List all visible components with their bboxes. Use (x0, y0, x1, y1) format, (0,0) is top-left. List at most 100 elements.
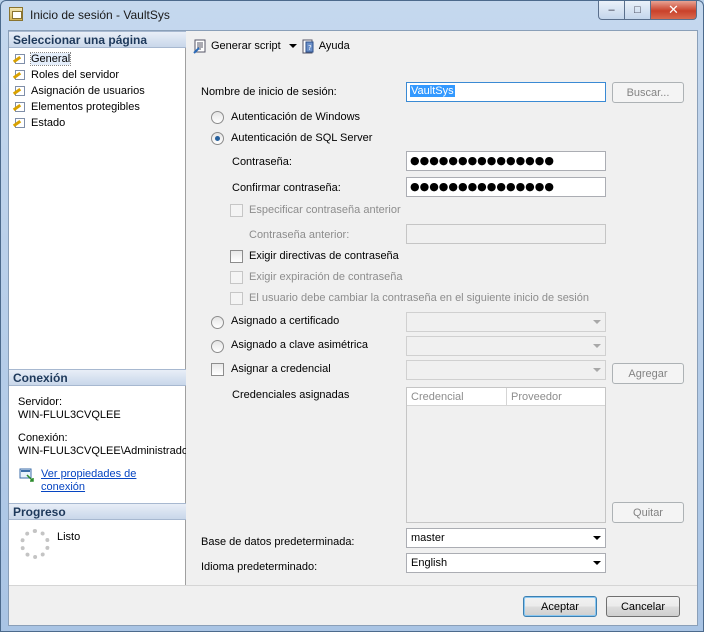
windows-auth-radio[interactable] (211, 111, 224, 124)
left-pane: Seleccionar una página General Roles del… (9, 31, 186, 585)
window-icon (9, 7, 23, 21)
default-database-select[interactable]: master (406, 528, 606, 548)
default-database-value: master (411, 532, 445, 544)
login-name-label: Nombre de inicio de sesión: (201, 86, 337, 98)
page-icon (12, 85, 27, 97)
maximize-button[interactable]: □ (625, 1, 651, 20)
login-properties-window: Inicio de sesión - VaultSys – □ ✕ Selecc… (0, 0, 704, 632)
mapped-credentials-list[interactable]: Credencial Proveedor (406, 387, 606, 523)
page-icon (12, 69, 27, 81)
default-language-select[interactable]: English (406, 553, 606, 573)
ok-button[interactable]: Aceptar (523, 596, 597, 617)
generate-script-label: Generar script (211, 40, 281, 52)
dialog-footer: Aceptar Cancelar (9, 585, 697, 625)
title-bar[interactable]: Inicio de sesión - VaultSys – □ ✕ (1, 1, 703, 29)
help-label: Ayuda (318, 40, 350, 52)
sql-auth-radio[interactable] (211, 132, 224, 145)
mapped-asymmetric-key-radio[interactable] (211, 340, 224, 353)
enforce-expiration-checkbox[interactable] (230, 271, 243, 284)
page-list: General Roles del servidor Asignación de… (12, 51, 145, 131)
connection-label: Conexión: (18, 432, 68, 444)
mapped-asymmetric-key-label: Asignado a clave asimétrica (231, 339, 368, 351)
progress-status: Listo (57, 531, 81, 543)
asymmetric-key-select[interactable] (406, 336, 606, 356)
enforce-policy-label: Exigir directivas de contraseña (249, 250, 399, 262)
sql-auth-label: Autenticación de SQL Server (231, 132, 373, 144)
chevron-down-icon (593, 561, 601, 565)
column-credential[interactable]: Credencial (407, 388, 507, 405)
must-change-label: El usuario debe cambiar la contraseña en… (249, 292, 589, 304)
old-password-input[interactable] (406, 224, 606, 244)
list-header: Credencial Proveedor (407, 388, 605, 406)
server-value: WIN-FLUL3CVQLEE (18, 409, 121, 421)
view-connection-properties-link[interactable]: Ver propiedades de (41, 468, 136, 481)
chevron-down-icon (288, 44, 297, 48)
general-page-content: Nombre de inicio de sesión: VaultSys Bus… (187, 61, 697, 585)
help-icon: ? (301, 39, 316, 54)
page-label: General (29, 52, 72, 66)
specify-old-password-label: Especificar contraseña anterior (249, 204, 401, 216)
connection-value: WIN-FLUL3CVQLEE\Administrado (18, 445, 186, 457)
minimize-button[interactable]: – (598, 1, 625, 20)
search-button[interactable]: Buscar... (612, 82, 684, 103)
mapped-credentials-label: Credenciales asignadas (232, 389, 350, 401)
dialog-client: Seleccionar una página General Roles del… (8, 30, 698, 626)
password-label: Contraseña: (232, 156, 292, 168)
connection-header: Conexión (9, 369, 186, 386)
remove-credential-button[interactable]: Quitar (612, 502, 684, 523)
page-label: Roles del servidor (31, 69, 120, 81)
script-dropdown-button[interactable] (288, 44, 297, 48)
default-language-label: Idioma predeterminado: (201, 561, 318, 573)
chevron-down-icon (593, 536, 601, 540)
progress-spinner-icon (20, 529, 50, 559)
windows-auth-label: Autenticación de Windows (231, 111, 361, 123)
mapped-certificate-label: Asignado a certificado (231, 315, 340, 327)
page-icon (12, 101, 27, 113)
credential-select[interactable] (406, 360, 606, 380)
generate-script-button[interactable]: Generar script (193, 39, 281, 54)
server-label: Servidor: (18, 396, 63, 408)
chevron-down-icon (593, 368, 601, 372)
select-page-header: Seleccionar una página (9, 31, 186, 48)
specify-old-password-checkbox[interactable] (230, 204, 243, 217)
cancel-button[interactable]: Cancelar (606, 596, 680, 617)
window-title: Inicio de sesión - VaultSys (30, 8, 170, 22)
page-icon (12, 117, 27, 129)
confirm-password-label: Confirmar contraseña: (232, 182, 341, 194)
enforce-policy-checkbox[interactable] (230, 250, 243, 263)
page-label: Elementos protegibles (31, 101, 140, 113)
toolbar: Generar script ? Ayuda (187, 31, 697, 61)
page-label: Asignación de usuarios (31, 85, 145, 97)
must-change-checkbox[interactable] (230, 292, 243, 305)
map-credential-label: Asignar a credencial (231, 363, 331, 375)
login-name-value: VaultSys (410, 85, 455, 97)
script-icon (193, 39, 208, 54)
page-item-server-roles[interactable]: Roles del servidor (12, 67, 145, 83)
map-credential-checkbox[interactable] (211, 363, 224, 376)
chevron-down-icon (593, 320, 601, 324)
password-input[interactable]: ●●●●●●●●●●●●●●● (406, 151, 606, 171)
view-connection-properties-link-2[interactable]: conexión (41, 481, 85, 494)
mapped-certificate-radio[interactable] (211, 316, 224, 329)
chevron-down-icon (593, 344, 601, 348)
add-credential-button[interactable]: Agregar (612, 363, 684, 384)
help-button[interactable]: ? Ayuda (301, 39, 350, 54)
page-item-user-mapping[interactable]: Asignación de usuarios (12, 83, 145, 99)
certificate-select[interactable] (406, 312, 606, 332)
svg-text:?: ? (308, 44, 312, 52)
confirm-password-input[interactable]: ●●●●●●●●●●●●●●● (406, 177, 606, 197)
login-name-input[interactable]: VaultSys (406, 82, 606, 102)
default-database-label: Base de datos predeterminada: (201, 536, 355, 548)
old-password-label: Contraseña anterior: (249, 229, 350, 241)
page-icon (12, 53, 27, 65)
default-language-value: English (411, 557, 448, 569)
page-item-status[interactable]: Estado (12, 115, 145, 131)
page-item-general[interactable]: General (12, 51, 145, 67)
close-button[interactable]: ✕ (651, 1, 697, 20)
column-provider[interactable]: Proveedor (507, 388, 605, 405)
page-label: Estado (31, 117, 66, 129)
view-properties-icon (19, 468, 35, 482)
page-item-securables[interactable]: Elementos protegibles (12, 99, 145, 115)
progress-header: Progreso (9, 503, 186, 520)
enforce-expiration-label: Exigir expiración de contraseña (249, 271, 403, 283)
